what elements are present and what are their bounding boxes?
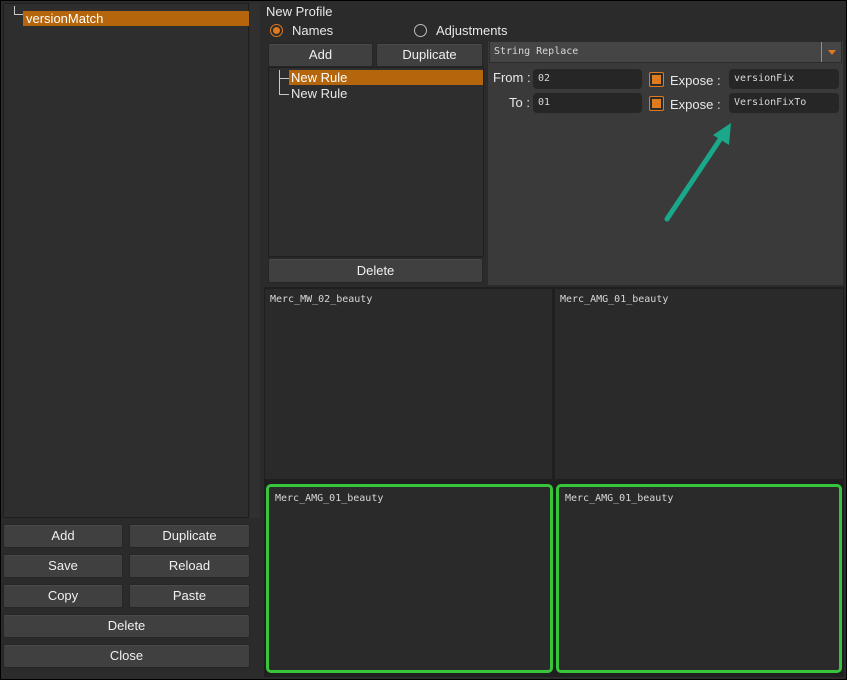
expose-to-label: Expose :	[670, 97, 721, 112]
rules-list[interactable]: New Rule New Rule	[268, 67, 484, 257]
adjustments-radio[interactable]	[414, 24, 427, 37]
rule-item-label: New Rule	[291, 86, 348, 101]
from-field[interactable]: 02	[533, 69, 642, 89]
tree-scrollbar[interactable]	[250, 3, 260, 518]
to-field[interactable]: 01	[533, 93, 642, 113]
tree-branch-line	[14, 6, 23, 15]
profile-tree[interactable]: versionMatch	[3, 3, 249, 518]
preview-pane-label: Merc_AMG_01_beauty	[560, 294, 669, 305]
preview-pane-highlighted[interactable]: Merc_AMG_01_beauty	[556, 484, 842, 673]
chevron-down-icon[interactable]	[821, 42, 841, 62]
close-button[interactable]: Close	[3, 644, 250, 668]
delete-rule-button[interactable]: Delete	[268, 258, 483, 283]
expose-from-label: Expose :	[670, 73, 721, 88]
preview-pane-label: Merc_AMG_01_beauty	[275, 493, 384, 504]
preview-pane[interactable]: Merc_AMG_01_beauty	[555, 289, 843, 479]
rule-item-label: New Rule	[291, 70, 348, 85]
rule-type-select[interactable]: String Replace	[489, 41, 842, 63]
expose-from-field[interactable]: versionFix	[729, 69, 839, 89]
paste-label: Paste	[172, 588, 207, 603]
tree-item-label: versionMatch	[26, 11, 104, 26]
close-label: Close	[109, 648, 144, 663]
names-radio[interactable]	[270, 24, 283, 37]
delete-profile-label: Delete	[107, 618, 146, 633]
add-profile-button[interactable]: Add	[3, 524, 123, 548]
reload-button[interactable]: Reload	[129, 554, 250, 578]
rule-branch-line	[279, 78, 289, 95]
duplicate-rule-button[interactable]: Duplicate	[376, 43, 483, 67]
rule-type-value: String Replace	[494, 46, 579, 57]
add-profile-label: Add	[51, 528, 75, 543]
profile-title: New Profile	[266, 4, 333, 19]
paste-button[interactable]: Paste	[129, 584, 250, 608]
duplicate-profile-label: Duplicate	[162, 528, 217, 543]
expose-to-field[interactable]: VersionFixTo	[729, 93, 839, 113]
to-label: To :	[509, 95, 530, 110]
preview-pane-label: Merc_AMG_01_beauty	[565, 493, 674, 504]
adjustments-radio-label[interactable]: Adjustments	[436, 23, 508, 38]
preview-pane[interactable]: Merc_MW_02_beauty	[265, 289, 552, 479]
from-label: From :	[493, 70, 531, 85]
expose-from-checkbox[interactable]	[649, 72, 664, 87]
duplicate-rule-label: Duplicate	[402, 47, 457, 62]
delete-rule-label: Delete	[356, 263, 395, 278]
preview-pane-highlighted[interactable]: Merc_AMG_01_beauty	[266, 484, 553, 673]
save-button[interactable]: Save	[3, 554, 123, 578]
copy-label: Copy	[47, 588, 79, 603]
delete-profile-button[interactable]: Delete	[3, 614, 250, 638]
names-radio-label[interactable]: Names	[292, 23, 333, 38]
add-rule-label: Add	[308, 47, 333, 62]
preview-pane-label: Merc_MW_02_beauty	[270, 294, 373, 305]
save-label: Save	[48, 558, 78, 573]
rule-item[interactable]: New Rule	[289, 86, 483, 101]
add-rule-button[interactable]: Add	[268, 43, 373, 67]
annotation-arrow-icon	[664, 123, 731, 222]
reload-label: Reload	[168, 558, 211, 573]
expose-to-checkbox[interactable]	[649, 96, 664, 111]
copy-button[interactable]: Copy	[3, 584, 123, 608]
rule-item[interactable]: New Rule	[289, 70, 483, 85]
duplicate-profile-button[interactable]: Duplicate	[129, 524, 250, 548]
tree-item-versionmatch[interactable]: versionMatch	[23, 11, 249, 26]
